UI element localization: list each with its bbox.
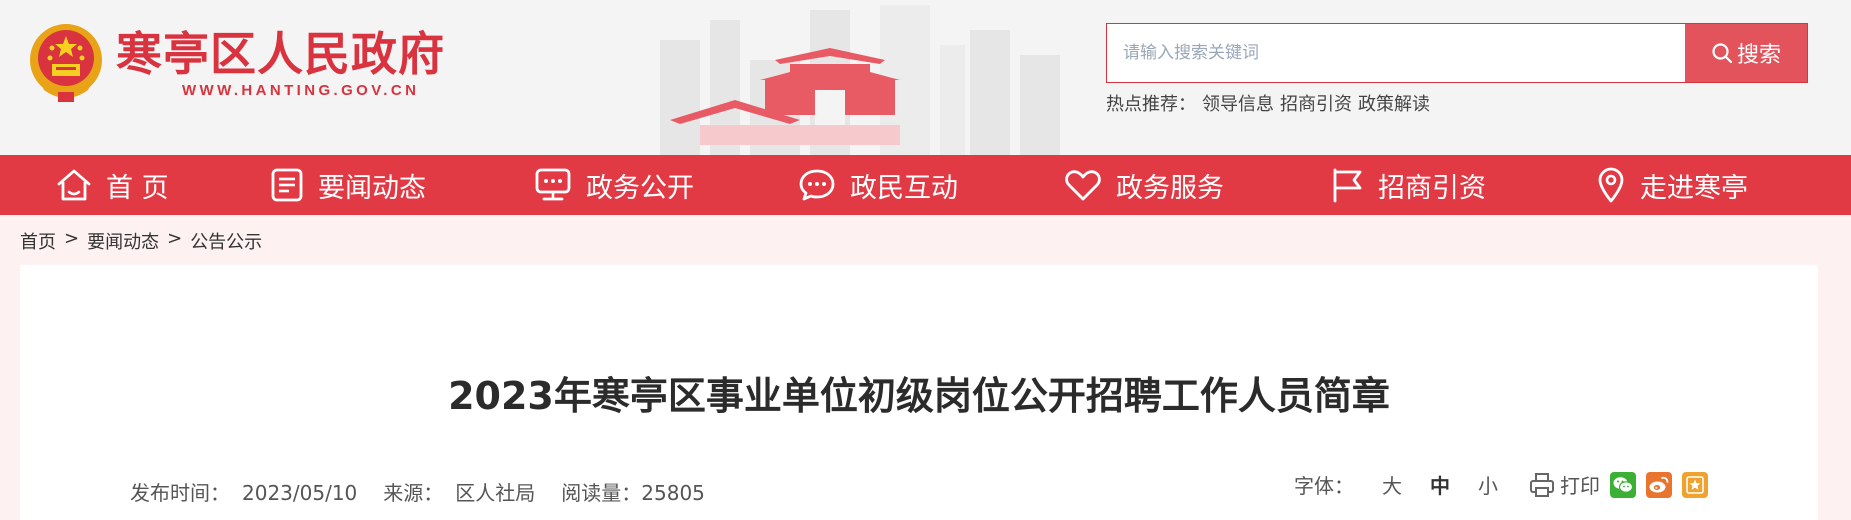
nav-item-news[interactable]: 要闻动态 <box>270 155 426 215</box>
breadcrumb-separator: > <box>64 228 80 249</box>
site-title: 寒亭区人民政府 <box>116 27 445 81</box>
nav-label-news: 要闻动态 <box>318 172 426 204</box>
chat-icon <box>799 169 835 201</box>
hot-recommend: 热点推荐： 领导信息 招商引资 政策解读 <box>1106 90 1430 116</box>
flag-icon <box>1333 168 1362 203</box>
breadcrumb-news[interactable]: 要闻动态 <box>87 228 159 254</box>
weibo-icon <box>1649 476 1669 492</box>
search-icon <box>1712 43 1733 64</box>
article-panel: 2023年寒亭区事业单位初级岗位公开招聘工作人员简章 发布时间： 2023/05/… <box>20 265 1818 520</box>
skyline-illustration <box>660 5 1060 155</box>
hot-link-leaders[interactable]: 领导信息 <box>1202 90 1274 116</box>
nav-item-about[interactable]: 走进寒亭 <box>1596 155 1748 215</box>
breadcrumb-notices[interactable]: 公告公示 <box>190 228 262 254</box>
font-size-medium[interactable]: 中 <box>1430 470 1450 499</box>
publish-label: 发布时间： <box>130 481 230 505</box>
search-input[interactable] <box>1107 24 1685 82</box>
publish-date: 2023/05/10 <box>242 481 358 505</box>
hot-link-investment[interactable]: 招商引资 <box>1280 90 1352 116</box>
article-title: 2023年寒亭区事业单位初级岗位公开招聘工作人员简章 <box>448 374 1390 418</box>
main-nav: 首 页 要闻动态 政务公开 政民互动 政务服务 招商引资 走进寒亭 <box>0 155 1851 215</box>
nav-label-gov-open: 政务公开 <box>586 172 694 204</box>
views-label: 阅读量： <box>561 481 642 505</box>
hot-link-policy[interactable]: 政策解读 <box>1358 90 1430 116</box>
heart-icon <box>1065 170 1101 201</box>
nav-label-interaction: 政民互动 <box>850 172 958 204</box>
search-box: 搜索 <box>1106 23 1808 83</box>
share-wechat-button[interactable] <box>1610 471 1636 498</box>
share-favorite-button[interactable] <box>1682 471 1708 498</box>
article-meta: 发布时间： 2023/05/10 来源： 区人社局 阅读量：25805 <box>130 477 705 506</box>
national-emblem-icon <box>26 22 106 104</box>
nav-item-home[interactable]: 首 页 <box>56 155 169 215</box>
source-label: 来源： <box>383 481 444 505</box>
search-button-label: 搜索 <box>1736 43 1781 68</box>
nav-item-gov-open[interactable]: 政务公开 <box>534 155 694 215</box>
site-logo[interactable]: 寒亭区人民政府 WWW.HANTING.GOV.CN <box>26 22 445 104</box>
font-size-label: 字体： <box>1294 474 1354 498</box>
wechat-icon <box>1613 476 1634 493</box>
breadcrumb: 首页 > 要闻动态 > 公告公示 <box>20 228 262 254</box>
star-icon <box>1686 475 1704 494</box>
share-weibo-button[interactable] <box>1646 471 1672 498</box>
font-size-small[interactable]: 小 <box>1478 470 1498 499</box>
breadcrumb-separator: > <box>167 228 183 249</box>
nav-item-investment[interactable]: 招商引资 <box>1330 155 1486 215</box>
nav-item-interaction[interactable]: 政民互动 <box>798 155 958 215</box>
header: 寒亭区人民政府 WWW.HANTING.GOV.CN 搜索 热点推荐： 领导信息… <box>0 0 1851 155</box>
nav-label-home: 首 页 <box>106 172 169 204</box>
news-icon <box>271 168 303 202</box>
search-button[interactable]: 搜索 <box>1685 24 1807 82</box>
location-icon <box>1598 167 1624 203</box>
nav-label-investment: 招商引资 <box>1378 172 1486 204</box>
print-button[interactable]: 打印 <box>1528 470 1600 499</box>
site-url: WWW.HANTING.GOV.CN <box>182 82 420 99</box>
print-label: 打印 <box>1560 474 1600 498</box>
views-count: 25805 <box>641 481 705 505</box>
hot-label: 热点推荐： <box>1106 94 1196 115</box>
nav-label-service: 政务服务 <box>1116 172 1224 204</box>
article-tools: 字体： 大 中 小 打印 <box>1294 470 1708 499</box>
nav-label-about: 走进寒亭 <box>1640 172 1748 204</box>
nav-item-service[interactable]: 政务服务 <box>1064 155 1224 215</box>
source-value: 区人社局 <box>455 481 536 505</box>
font-size-large[interactable]: 大 <box>1382 470 1402 499</box>
breadcrumb-home[interactable]: 首页 <box>20 228 56 254</box>
screen-icon <box>535 168 571 201</box>
home-icon <box>57 169 91 201</box>
printer-icon <box>1530 472 1554 497</box>
